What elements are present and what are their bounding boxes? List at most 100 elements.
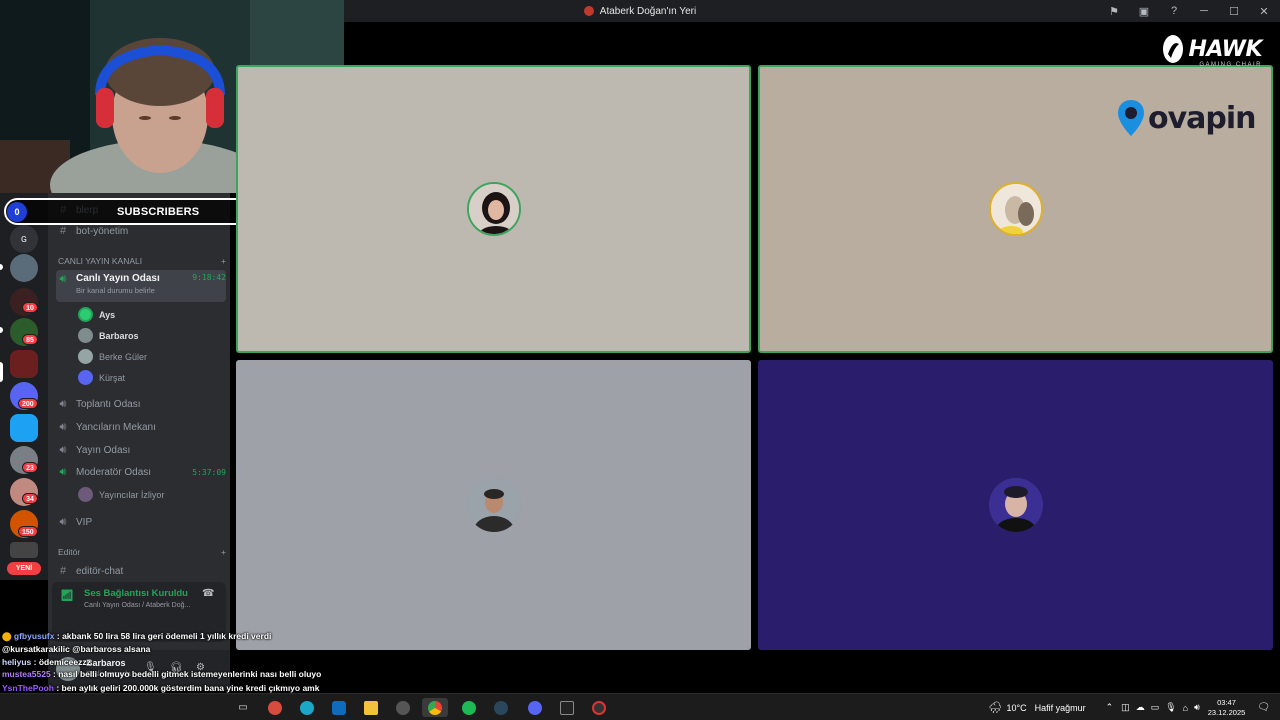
server-badge: 10: [22, 302, 38, 313]
signal-icon: 📶︎: [60, 590, 74, 602]
screen-share-icon[interactable]: ▣: [1136, 5, 1152, 18]
browser-app-icon[interactable]: [294, 698, 320, 717]
video-tile[interactable]: [236, 360, 751, 650]
participant-avatar: [466, 182, 521, 236]
category-live[interactable]: CANLI YAYIN KANALI +: [58, 256, 226, 266]
chat-message: mustea5525 : nasıl belli olmuyo bedelli …: [2, 669, 322, 680]
tray-app-icon[interactable]: ◫: [1121, 702, 1130, 713]
windows-taskbar: ▭ 🌧︎ 10°C Hafif yağmur ⌃ ◫ ☁ ▭ 🎙︎ ⌂ 🔊︎ 0…: [0, 693, 1280, 720]
voice-member[interactable]: Barbaros: [78, 328, 139, 343]
voice-member[interactable]: Ays: [78, 307, 115, 322]
ovapin-logo: ovapin: [1116, 98, 1257, 138]
chat-user: YsnThePooh: [2, 682, 54, 693]
weather-desc[interactable]: Hafif yağmur: [1035, 703, 1086, 713]
text-channel-icon: #: [59, 225, 67, 237]
map-pin-icon: [1118, 100, 1144, 136]
voice-channel-icon: 🔊︎: [59, 465, 67, 478]
channel-name: Yancıların Mekanı: [76, 421, 156, 433]
server-badge: 85: [22, 334, 38, 345]
avatar: [78, 370, 93, 385]
server-icon[interactable]: [10, 414, 38, 442]
network-icon[interactable]: ▭: [1151, 702, 1160, 713]
chevron-up-icon[interactable]: ⌃: [1106, 702, 1114, 713]
hawk-logo: HAWK GAMING CHAIR: [1162, 34, 1262, 68]
clock-time: 03:47: [1217, 697, 1236, 707]
cloud-icon[interactable]: ☁: [1136, 702, 1145, 713]
channel-status[interactable]: Bir kanal durumu belirle: [76, 286, 226, 295]
text-channel-icon: #: [59, 565, 67, 577]
channel-name: bot-yönetim: [76, 225, 129, 237]
channel-editor-chat[interactable]: # editör-chat: [56, 561, 226, 581]
server-badge: 34: [22, 493, 38, 504]
speaker-icon[interactable]: 🔊︎: [1194, 702, 1200, 713]
channel-canli-yayin-odasi[interactable]: 🔊︎ Canlı Yayın Odası 9:18:42 Bir kanal d…: [56, 270, 226, 302]
recording-app-icon[interactable]: [586, 698, 612, 717]
server-logo-icon: [583, 6, 594, 16]
unread-pill: [0, 264, 3, 270]
notifications-icon[interactable]: 🗨︎: [1257, 702, 1270, 713]
avatar: [78, 487, 93, 502]
inbox-icon[interactable]: ⚑: [1106, 5, 1122, 18]
channel-yayin-odasi[interactable]: 🔊︎ Yayın Odası: [56, 440, 226, 460]
help-icon[interactable]: ?: [1166, 5, 1182, 17]
channel-yancilarin-mekani[interactable]: 🔊︎ Yancıların Mekanı: [56, 417, 226, 437]
chat-message: ⬤ gfbyusufx : akbank 50 lira 58 lira ger…: [2, 631, 272, 641]
avatar: [78, 349, 93, 364]
avatar-image: [468, 184, 519, 234]
window-title: Ataberk Doğan'ın Yeri: [583, 5, 697, 17]
member-name: Kürşat: [99, 372, 126, 383]
channel-timer: 9:18:42: [192, 273, 226, 282]
epic-games-app-icon[interactable]: [554, 698, 580, 717]
maximize-icon[interactable]: ☐: [1226, 5, 1242, 18]
video-tile[interactable]: [758, 360, 1273, 650]
clock-date: 23.12.2025: [1207, 707, 1246, 717]
minimize-icon[interactable]: ─: [1196, 5, 1212, 17]
video-tile[interactable]: [236, 65, 751, 353]
voice-member[interactable]: Berke Güler: [78, 349, 147, 364]
avatar-image: [988, 478, 1043, 532]
server-rail: ɢ 10 85 200 23 34 150 YENİ: [0, 192, 48, 580]
file-explorer-icon[interactable]: [358, 698, 384, 717]
avatar-image: [466, 478, 521, 532]
outlook-app-icon[interactable]: [326, 698, 352, 717]
server-icon[interactable]: ɢ: [10, 225, 38, 253]
window-title-text: Ataberk Doğan'ın Yeri: [599, 5, 697, 17]
chrome-app-icon[interactable]: [422, 698, 448, 717]
add-channel-icon[interactable]: +: [221, 547, 226, 557]
channel-vip[interactable]: 🔊︎ VIP: [56, 512, 226, 532]
channel-info: Canlı Yayın Odası 9:18:42 Bir kanal duru…: [76, 273, 226, 295]
voice-status[interactable]: Ses Bağlantısı Kuruldu: [84, 588, 188, 599]
avatar: [78, 307, 93, 322]
unread-pill: [0, 327, 3, 333]
server-icon[interactable]: [10, 350, 38, 378]
voice-channel-icon: 🔊︎: [59, 443, 67, 456]
server-badge: 200: [18, 398, 38, 409]
chat-user: heliyus: [2, 657, 32, 668]
close-icon[interactable]: ✕: [1256, 5, 1272, 18]
mic-tray-icon[interactable]: 🎙︎: [1165, 702, 1176, 713]
add-channel-icon[interactable]: +: [221, 256, 226, 266]
xbox-app-icon[interactable]: [390, 698, 416, 717]
task-view-icon[interactable]: ▭: [230, 698, 256, 717]
discord-app-icon[interactable]: [522, 698, 548, 717]
chat-text: @kursatkarakilic @barbaross alsana: [2, 644, 151, 655]
channel-moderator-odasi[interactable]: 🔊︎ Moderatör Odası 5:37:09: [56, 462, 226, 482]
edge-app-icon[interactable]: [262, 698, 288, 717]
weather-temp[interactable]: 10°C: [1006, 703, 1026, 713]
participant-avatar: [988, 182, 1043, 236]
steam-app-icon[interactable]: [488, 698, 514, 717]
channel-name: Moderatör Odası: [76, 466, 152, 478]
voice-member[interactable]: Kürşat: [78, 370, 125, 385]
hangup-icon[interactable]: ☎: [202, 588, 214, 599]
server-badge: 23: [22, 462, 38, 473]
server-icon[interactable]: [10, 254, 38, 282]
clock[interactable]: 03:47 23.12.2025: [1208, 698, 1246, 718]
voice-member[interactable]: Yayıncılar İzliyor: [78, 487, 164, 502]
spotify-app-icon[interactable]: [456, 698, 482, 717]
voice-location[interactable]: Canlı Yayın Odası / Ataberk Doğ...: [84, 602, 190, 609]
new-servers-badge[interactable]: YENİ: [7, 562, 41, 575]
category-editor[interactable]: Editör +: [58, 547, 226, 557]
network-wired-icon[interactable]: ⌂: [1183, 703, 1188, 713]
server-folder-icon[interactable]: [10, 542, 38, 558]
channel-toplanti-odasi[interactable]: 🔊︎ Toplantı Odası: [56, 394, 226, 414]
